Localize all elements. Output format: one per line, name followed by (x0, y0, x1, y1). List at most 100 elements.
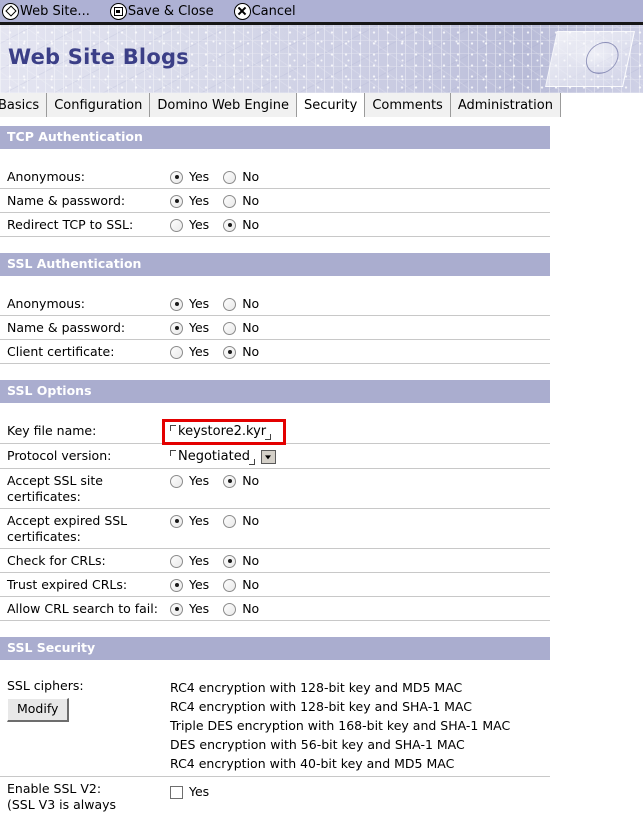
radio-tcp-redirect-ssl-yes[interactable] (170, 218, 183, 232)
save-disk-icon (109, 2, 127, 20)
diamond-icon (2, 2, 19, 20)
radio-group-allow-crl-search-to-fail[interactable]: Yes No (170, 601, 550, 617)
radio-tcp-redirect-ssl-no-label: No (242, 217, 260, 232)
row-enable-ssl-v2-label-line2: (SSL V3 is always (7, 797, 117, 812)
tab-administration[interactable]: Administration (450, 93, 561, 117)
tab-bar: Basics Configuration Domino Web Engine S… (0, 93, 643, 118)
row-accept-ssl-site-certificates-label: Accept SSL site certificates: (7, 473, 103, 504)
radio-allow-crl-search-to-fail-no[interactable] (223, 602, 237, 616)
radio-group-check-for-crls[interactable]: Yes No (170, 553, 550, 569)
radio-group-accept-ssl-site-certificates[interactable]: Yes No (170, 473, 550, 489)
radio-tcp-name-password-yes[interactable] (170, 194, 183, 208)
radio-ssl-client-certificate-no[interactable] (223, 345, 237, 359)
radio-ssl-name-password-yes-label: Yes (189, 320, 210, 335)
toolbar-button-cancel[interactable]: Cancel (233, 2, 296, 20)
row-accept-expired-ssl-certificates: Accept expired SSL certificates: Yes No (0, 509, 550, 549)
tab-domino-web-engine-label: Domino Web Engine (157, 97, 289, 113)
radio-ssl-anonymous-yes-label: Yes (189, 296, 210, 311)
row-check-for-crls-label: Check for CRLs: (7, 553, 106, 568)
cancel-x-icon (233, 2, 251, 20)
radio-group-ssl-client-certificate[interactable]: Yes No (170, 344, 550, 360)
section-header-ssl-security: SSL Security (0, 637, 550, 660)
radio-tcp-anonymous-no[interactable] (223, 170, 237, 184)
row-tcp-name-password: Name & password: Yes No (0, 189, 550, 213)
spacer (0, 237, 550, 253)
row-allow-crl-search-to-fail-label: Allow CRL search to fail: (7, 601, 158, 616)
radio-group-ssl-name-password[interactable]: Yes No (170, 320, 550, 336)
radio-accept-ssl-site-certificates-yes-label: Yes (189, 473, 210, 488)
radio-trust-expired-crls-no[interactable] (223, 578, 237, 592)
section-header-ssl-options: SSL Options (0, 380, 550, 403)
radio-accept-expired-ssl-certificates-yes[interactable] (170, 514, 183, 528)
field-corner-top-left-icon (170, 450, 176, 456)
modify-ciphers-button[interactable]: Modify (7, 698, 70, 722)
tab-domino-web-engine[interactable]: Domino Web Engine (150, 93, 297, 117)
radio-allow-crl-search-to-fail-yes[interactable] (170, 602, 183, 616)
radio-tcp-anonymous-yes[interactable] (170, 170, 183, 184)
radio-ssl-anonymous-yes[interactable] (170, 297, 183, 311)
radio-group-trust-expired-crls[interactable]: Yes No (170, 577, 550, 593)
radio-check-for-crls-no[interactable] (223, 554, 237, 568)
row-ssl-ciphers: SSL ciphers: Modify RC4 encryption with … (0, 676, 550, 777)
radio-group-ssl-anonymous[interactable]: Yes No (170, 296, 550, 312)
row-key-file-name: Key file name: keystore2.kyr (0, 419, 550, 445)
key-file-name-input[interactable]: keystore2.kyr (162, 419, 286, 445)
checkbox-group-enable-ssl-v2[interactable]: Yes (170, 784, 550, 800)
radio-check-for-crls-yes-label: Yes (189, 553, 210, 568)
radio-ssl-client-certificate-yes-label: Yes (189, 344, 210, 359)
radio-group-tcp-redirect-ssl[interactable]: Yes No (170, 217, 550, 233)
protocol-version-selected-value: Negotiated (178, 449, 250, 464)
row-trust-expired-crls-label: Trust expired CRLs: (7, 577, 128, 592)
tab-security[interactable]: Security (296, 93, 366, 117)
checkbox-enable-ssl-v2-label: Yes (189, 784, 210, 799)
radio-ssl-client-certificate-yes[interactable] (170, 345, 183, 359)
radio-accept-ssl-site-certificates-no[interactable] (223, 474, 237, 488)
spacer (0, 276, 550, 292)
row-check-for-crls: Check for CRLs: Yes No (0, 549, 550, 573)
radio-tcp-anonymous-no-label: No (242, 169, 260, 184)
chevron-down-icon[interactable] (260, 449, 276, 464)
protocol-version-select[interactable]: Negotiated (170, 449, 255, 465)
row-allow-crl-search-to-fail-value: Yes No (170, 597, 550, 620)
key-file-name-input-value: keystore2.kyr (178, 424, 267, 439)
row-tcp-anonymous: Anonymous: Yes No (0, 165, 550, 189)
row-ssl-anonymous-label: Anonymous: (7, 296, 85, 311)
section-header-tcp-authentication: TCP Authentication (0, 126, 550, 149)
row-ssl-name-password: Name & password: Yes No (0, 316, 550, 340)
tab-comments[interactable]: Comments (365, 93, 451, 117)
radio-group-accept-expired-ssl-certificates[interactable]: Yes No (170, 513, 550, 529)
radio-ssl-anonymous-no[interactable] (223, 297, 237, 311)
toolbar-button-save-and-close[interactable]: Save & Close (109, 2, 214, 20)
radio-ssl-anonymous-no-label: No (242, 296, 260, 311)
radio-accept-ssl-site-certificates-yes[interactable] (170, 474, 183, 488)
radio-ssl-client-certificate-no-label: No (242, 344, 260, 359)
security-settings-form: TCP Authentication Anonymous: Yes No Nam… (0, 118, 550, 816)
radio-tcp-redirect-ssl-no[interactable] (223, 218, 237, 232)
globe-graphic-decoration (545, 31, 635, 87)
radio-accept-expired-ssl-certificates-no[interactable] (223, 514, 237, 528)
row-enable-ssl-v2-label-line1: Enable SSL V2: (7, 781, 102, 796)
spacer (0, 364, 550, 380)
field-corner-bottom-right-icon (265, 434, 272, 440)
radio-group-tcp-anonymous[interactable]: Yes No (170, 169, 550, 185)
row-protocol-version: Protocol version: Negotiated (0, 444, 550, 469)
toolbar-button-save-and-close-label: Save & Close (127, 3, 214, 19)
row-ssl-name-password-value: Yes No (170, 316, 550, 339)
tab-configuration[interactable]: Configuration (47, 93, 151, 117)
row-tcp-name-password-label: Name & password: (7, 193, 126, 208)
radio-group-tcp-name-password[interactable]: Yes No (170, 193, 550, 209)
cipher-list-item: RC4 encryption with 128-bit key and MD5 … (170, 680, 463, 695)
row-ssl-ciphers-label: SSL ciphers: (7, 678, 84, 693)
radio-tcp-name-password-yes-label: Yes (189, 193, 210, 208)
radio-ssl-name-password-no[interactable] (223, 321, 237, 335)
row-ssl-client-certificate-value: Yes No (170, 340, 550, 363)
radio-tcp-name-password-no[interactable] (223, 194, 237, 208)
cipher-list-item: RC4 encryption with 40-bit key and MD5 M… (170, 756, 455, 771)
toolbar-button-web-site[interactable]: Web Site... (2, 2, 90, 20)
section-header-ssl-authentication: SSL Authentication (0, 253, 550, 276)
tab-security-label: Security (303, 97, 358, 113)
tab-basics[interactable]: Basics (0, 93, 48, 117)
radio-trust-expired-crls-yes[interactable] (170, 578, 183, 592)
radio-check-for-crls-yes[interactable] (170, 554, 183, 568)
radio-ssl-name-password-yes[interactable] (170, 321, 183, 335)
